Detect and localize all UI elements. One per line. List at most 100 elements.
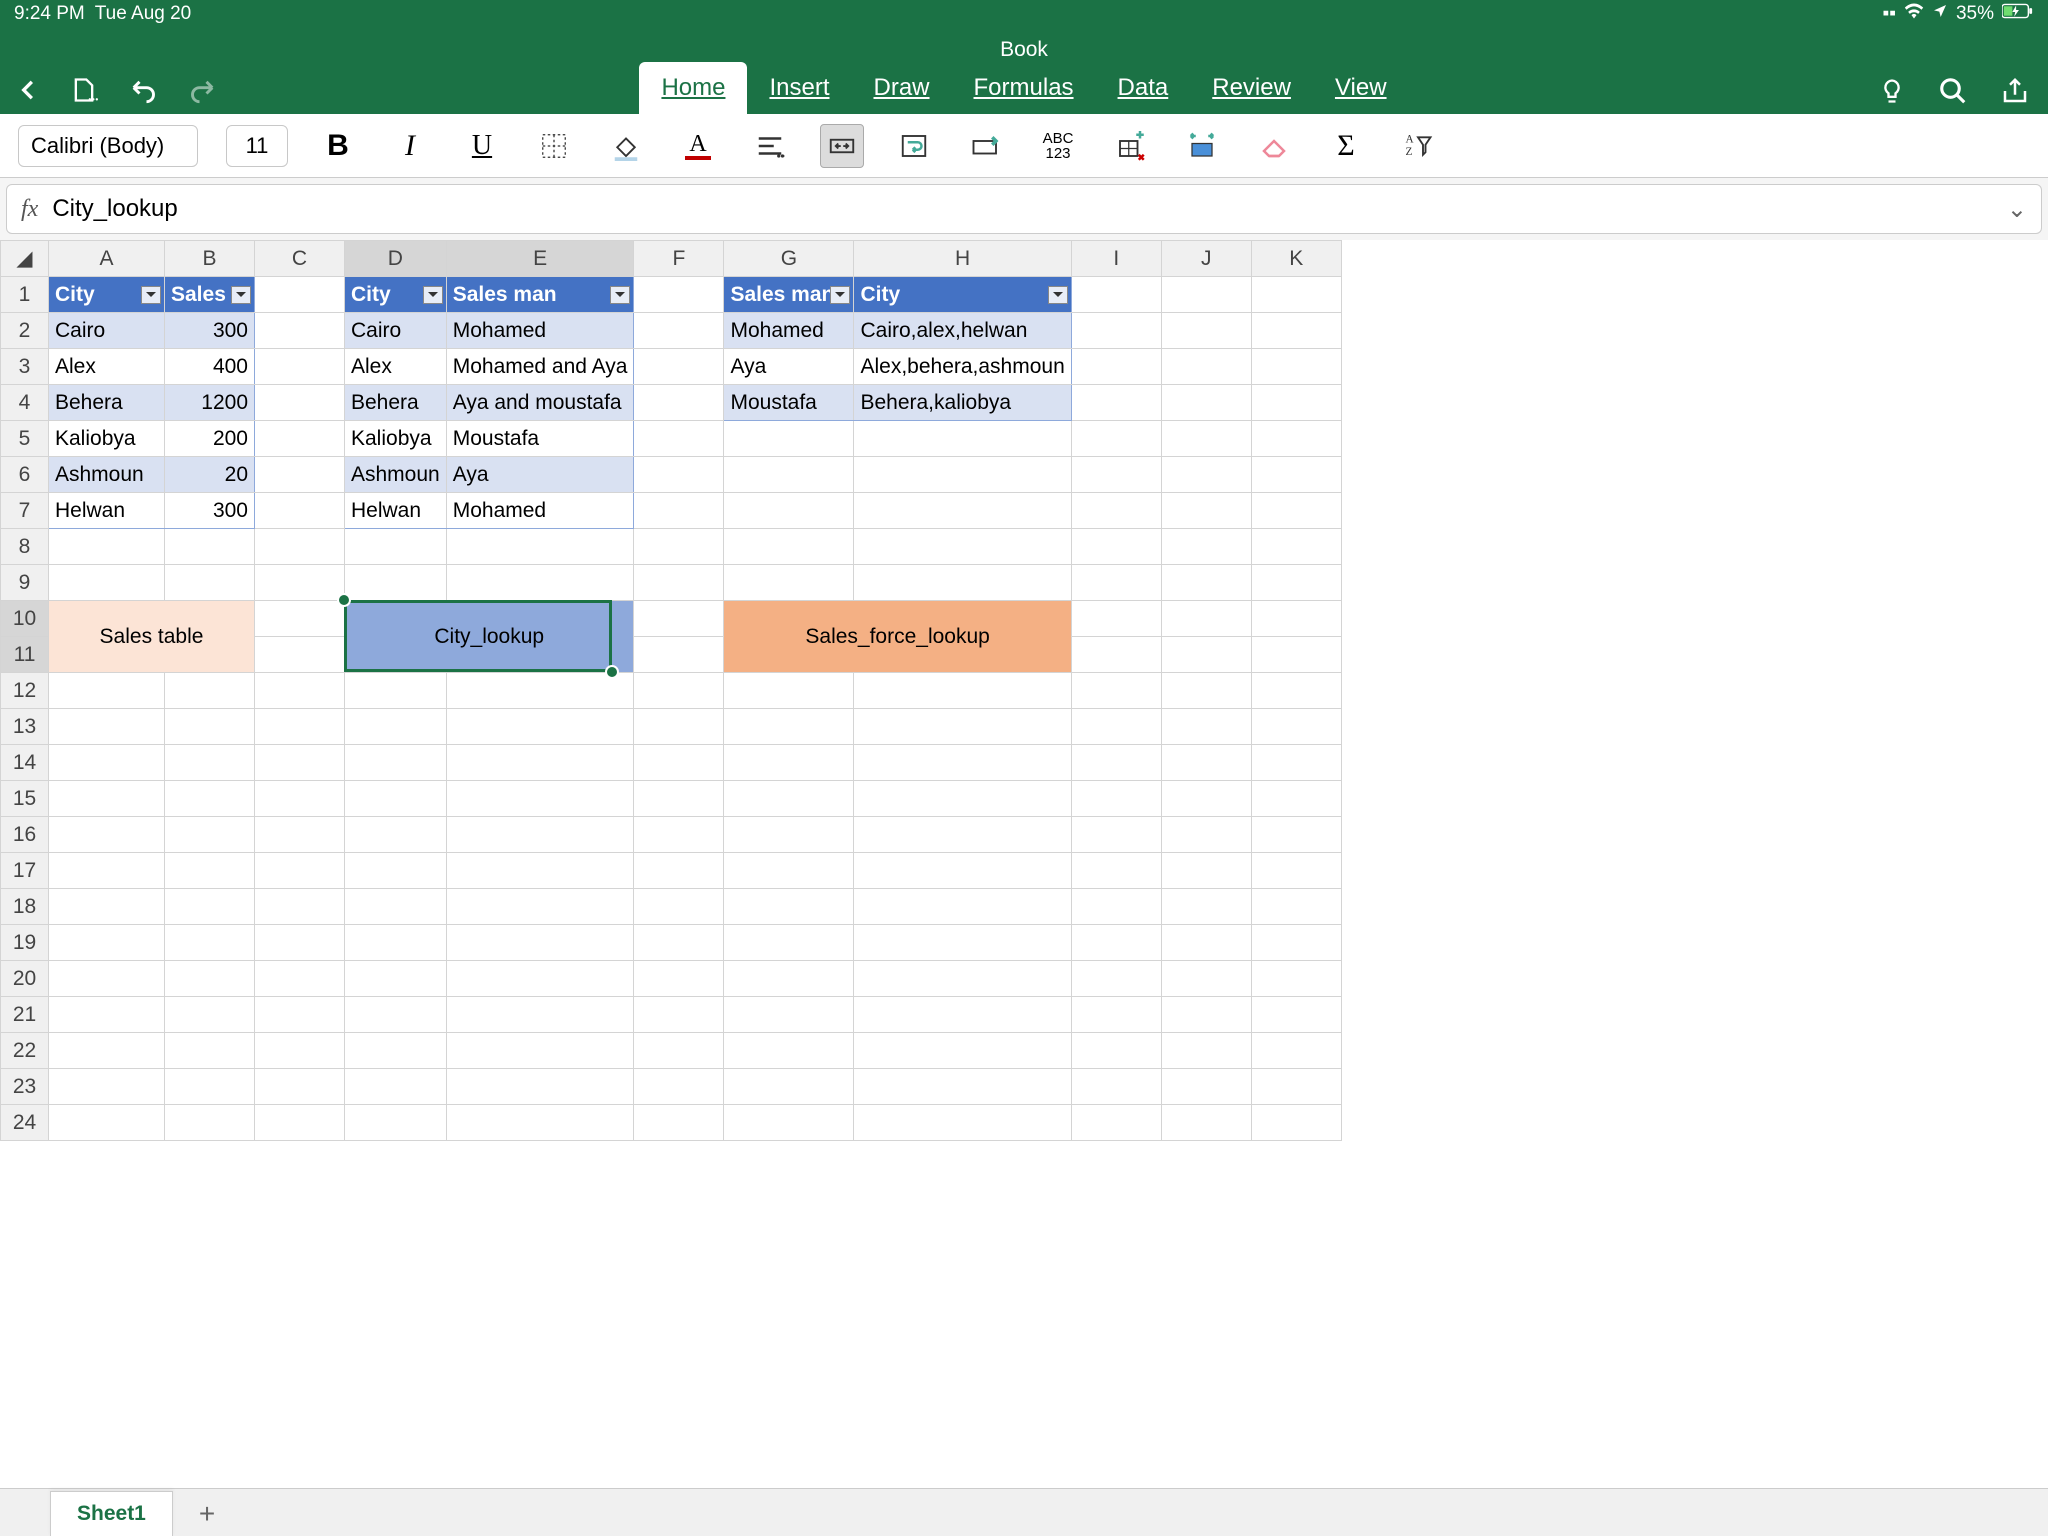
cell-F9[interactable] — [634, 565, 724, 601]
cell-B7[interactable]: 300 — [165, 493, 255, 529]
cell-A18[interactable] — [49, 889, 165, 925]
cell-H17[interactable] — [854, 853, 1071, 889]
cell-C17[interactable] — [255, 853, 345, 889]
tab-draw[interactable]: Draw — [852, 62, 952, 114]
cell-J24[interactable] — [1161, 1105, 1251, 1141]
cell-K9[interactable] — [1251, 565, 1341, 601]
autosum-button[interactable]: Σ — [1324, 124, 1368, 168]
add-sheet-button[interactable]: + — [185, 1492, 229, 1536]
cell-E20[interactable] — [446, 961, 634, 997]
cell-F2[interactable] — [634, 313, 724, 349]
cell-F6[interactable] — [634, 457, 724, 493]
cell-I6[interactable] — [1071, 457, 1161, 493]
cell-A5[interactable]: Kaliobya — [49, 421, 165, 457]
number-format-button[interactable]: ABC123 — [1036, 124, 1080, 168]
cell-I7[interactable] — [1071, 493, 1161, 529]
cell-C14[interactable] — [255, 745, 345, 781]
cell-J20[interactable] — [1161, 961, 1251, 997]
cell-C12[interactable] — [255, 673, 345, 709]
cell-D4[interactable]: Behera — [345, 385, 447, 421]
cell-D2[interactable]: Cairo — [345, 313, 447, 349]
cell-G24[interactable] — [724, 1105, 854, 1141]
cell-J23[interactable] — [1161, 1069, 1251, 1105]
cell-E19[interactable] — [446, 925, 634, 961]
tab-review[interactable]: Review — [1190, 62, 1313, 114]
cell-D5[interactable]: Kaliobya — [345, 421, 447, 457]
cell-H15[interactable] — [854, 781, 1071, 817]
cell-F1[interactable] — [634, 277, 724, 313]
cell-H12[interactable] — [854, 673, 1071, 709]
cell-K20[interactable] — [1251, 961, 1341, 997]
cell-C16[interactable] — [255, 817, 345, 853]
cell-D19[interactable] — [345, 925, 447, 961]
cell-I23[interactable] — [1071, 1069, 1161, 1105]
cell-E9[interactable] — [446, 565, 634, 601]
cell-C11[interactable] — [255, 637, 345, 673]
cell-B22[interactable] — [165, 1033, 255, 1069]
cell-G6[interactable] — [724, 457, 854, 493]
tab-data[interactable]: Data — [1096, 62, 1191, 114]
col-header-D[interactable]: D — [345, 241, 447, 277]
cell-C10[interactable] — [255, 601, 345, 637]
cell-G1[interactable]: Sales man — [724, 277, 854, 313]
cell-B4[interactable]: 1200 — [165, 385, 255, 421]
cell-B23[interactable] — [165, 1069, 255, 1105]
cell-J4[interactable] — [1161, 385, 1251, 421]
cell-B18[interactable] — [165, 889, 255, 925]
cell-E14[interactable] — [446, 745, 634, 781]
cell-I14[interactable] — [1071, 745, 1161, 781]
cell-A23[interactable] — [49, 1069, 165, 1105]
cell-D18[interactable] — [345, 889, 447, 925]
font-size-select[interactable]: 11 — [226, 125, 288, 167]
cell-I22[interactable] — [1071, 1033, 1161, 1069]
cell-A9[interactable] — [49, 565, 165, 601]
cell-A19[interactable] — [49, 925, 165, 961]
cell-K10[interactable] — [1251, 601, 1341, 637]
filter-dropdown-icon[interactable] — [231, 286, 251, 304]
filter-dropdown-icon[interactable] — [141, 286, 161, 304]
italic-button[interactable]: I — [388, 124, 432, 168]
font-color-button[interactable]: A — [676, 124, 720, 168]
cell-I10[interactable] — [1071, 601, 1161, 637]
cell-F13[interactable] — [634, 709, 724, 745]
cell-C19[interactable] — [255, 925, 345, 961]
cell-G8[interactable] — [724, 529, 854, 565]
cell-I18[interactable] — [1071, 889, 1161, 925]
row-header-9[interactable]: 9 — [1, 565, 49, 601]
cell-E2[interactable]: Mohamed — [446, 313, 634, 349]
tab-formulas[interactable]: Formulas — [952, 62, 1096, 114]
cell-I9[interactable] — [1071, 565, 1161, 601]
cell-G16[interactable] — [724, 817, 854, 853]
row-header-14[interactable]: 14 — [1, 745, 49, 781]
cell-G21[interactable] — [724, 997, 854, 1033]
cell-E18[interactable] — [446, 889, 634, 925]
cell-B15[interactable] — [165, 781, 255, 817]
cell-G7[interactable] — [724, 493, 854, 529]
cell-F23[interactable] — [634, 1069, 724, 1105]
cell-E13[interactable] — [446, 709, 634, 745]
cell-G23[interactable] — [724, 1069, 854, 1105]
sort-filter-button[interactable]: AZ — [1396, 124, 1440, 168]
cell-G22[interactable] — [724, 1033, 854, 1069]
cell-I13[interactable] — [1071, 709, 1161, 745]
cell-K21[interactable] — [1251, 997, 1341, 1033]
cell-H5[interactable] — [854, 421, 1071, 457]
wrap-text-button[interactable] — [892, 124, 936, 168]
cell-F5[interactable] — [634, 421, 724, 457]
cell-B12[interactable] — [165, 673, 255, 709]
cell-K15[interactable] — [1251, 781, 1341, 817]
row-header-4[interactable]: 4 — [1, 385, 49, 421]
cell-G17[interactable] — [724, 853, 854, 889]
cell-F3[interactable] — [634, 349, 724, 385]
cell-G5[interactable] — [724, 421, 854, 457]
cell-C24[interactable] — [255, 1105, 345, 1141]
edit-mode-button[interactable] — [964, 124, 1008, 168]
row-header-21[interactable]: 21 — [1, 997, 49, 1033]
cell-I1[interactable] — [1071, 277, 1161, 313]
cell-B1[interactable]: Sales — [165, 277, 255, 313]
cell-K13[interactable] — [1251, 709, 1341, 745]
cell-C3[interactable] — [255, 349, 345, 385]
cell-E12[interactable] — [446, 673, 634, 709]
cell-K17[interactable] — [1251, 853, 1341, 889]
cell-A14[interactable] — [49, 745, 165, 781]
